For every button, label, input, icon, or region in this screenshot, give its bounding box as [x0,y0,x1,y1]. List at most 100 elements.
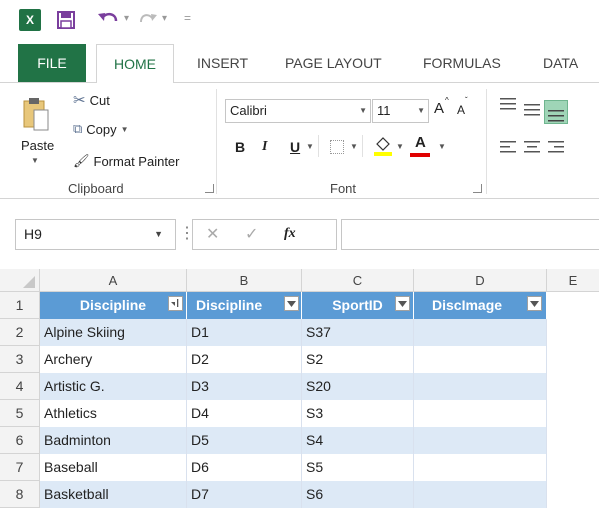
fill-color-icon[interactable] [374,136,392,156]
name-box[interactable]: H9 ▼ [15,219,176,250]
filter-dropdown-icon[interactable] [527,296,542,311]
align-bottom-button[interactable] [544,100,568,124]
table-header-cell[interactable]: Discipline [187,292,302,319]
bold-button[interactable]: B [235,139,245,155]
table-cell[interactable] [414,319,547,346]
enter-icon[interactable]: ✓ [245,224,258,244]
tab-file[interactable]: FILE [18,44,86,82]
row-header[interactable]: 5 [0,400,40,427]
fill-color-dropdown-icon[interactable]: ▼ [396,142,404,151]
table-cell[interactable]: S5 [302,454,414,481]
table-cell[interactable] [414,427,547,454]
table-cell[interactable]: Archery [40,346,187,373]
table-header-cell[interactable]: Discipline [40,292,187,319]
column-header-c[interactable]: C [302,269,414,292]
row-header[interactable]: 6 [0,427,40,454]
column-header-e[interactable]: E [547,269,599,292]
align-left-icon[interactable] [500,140,516,154]
paste-dropdown-icon[interactable]: ▼ [31,156,39,165]
borders-dropdown-icon[interactable]: ▼ [350,142,358,151]
select-all-corner[interactable] [0,269,40,292]
table-cell[interactable]: Artistic G. [40,373,187,400]
undo-icon[interactable] [96,8,120,30]
table-cell[interactable] [414,400,547,427]
row-header[interactable]: 2 [0,319,40,346]
table-cell[interactable] [414,346,547,373]
table-cell[interactable]: D5 [187,427,302,454]
redo-dropdown-icon[interactable]: ▾ [162,13,167,24]
align-top-icon[interactable] [500,97,516,111]
align-center-icon[interactable] [524,140,540,154]
table-cell[interactable]: D6 [187,454,302,481]
table-cell[interactable]: Basketball [40,481,187,508]
table-header-cell[interactable]: DiscImage [414,292,547,319]
table-cell[interactable]: D7 [187,481,302,508]
chevron-down-icon[interactable]: ▼ [417,100,425,122]
chevron-down-icon[interactable]: ▼ [359,100,367,122]
table-cell[interactable] [414,373,547,400]
chevron-down-icon[interactable]: ▼ [154,220,163,249]
paste-button[interactable]: Paste [21,138,54,153]
row-header[interactable]: 8 [0,481,40,508]
column-header-a[interactable]: A [40,269,187,292]
font-color-button[interactable]: A [410,134,432,158]
font-launcher-icon[interactable] [473,184,482,193]
copy-dropdown-icon[interactable]: ▼ [121,125,129,134]
font-color-dropdown-icon[interactable]: ▼ [438,142,446,151]
table-cell[interactable]: Badminton [40,427,187,454]
filter-dropdown-icon[interactable] [284,296,299,311]
formula-buttons: ✕ ✓ fx [192,219,337,250]
tab-page-layout[interactable]: PAGE LAYOUT [285,44,382,82]
tab-formulas[interactable]: FORMULAS [423,44,501,82]
table-cell[interactable]: D3 [187,373,302,400]
redo-icon[interactable] [137,10,159,28]
align-middle-icon[interactable] [524,103,540,117]
table-cell[interactable]: S4 [302,427,414,454]
tab-insert[interactable]: INSERT [197,44,248,82]
table-cell[interactable]: D4 [187,400,302,427]
font-size-combo[interactable]: 11 ▼ [372,99,429,123]
cancel-icon[interactable]: ✕ [206,224,219,244]
table-cell[interactable]: S2 [302,346,414,373]
table-cell[interactable]: D2 [187,346,302,373]
clipboard-launcher-icon[interactable] [205,184,214,193]
table-cell[interactable]: S3 [302,400,414,427]
grow-font-icon[interactable]: A [434,100,444,117]
column-header-d[interactable]: D [414,269,547,292]
row-header[interactable]: 7 [0,454,40,481]
table-cell[interactable]: S20 [302,373,414,400]
format-painter-button[interactable]: 🖌 Format Painter [73,150,180,172]
underline-dropdown-icon[interactable]: ▼ [306,142,314,151]
table-cell[interactable]: Athletics [40,400,187,427]
cut-button[interactable]: ✂ Cut [73,89,110,111]
paste-icon[interactable] [23,97,49,131]
underline-button[interactable]: U [290,139,300,155]
row-header[interactable]: 4 [0,373,40,400]
sort-filter-icon[interactable] [168,296,183,311]
table-header-cell[interactable]: SportID [302,292,414,319]
italic-button[interactable]: I [262,139,267,155]
shrink-font-icon[interactable]: A [457,103,465,117]
table-cell[interactable]: Alpine Skiing [40,319,187,346]
table-cell[interactable]: S37 [302,319,414,346]
row-header[interactable]: 1 [0,292,40,319]
font-name-combo[interactable]: Calibri ▼ [225,99,371,123]
table-cell[interactable] [414,454,547,481]
save-icon[interactable] [56,10,76,30]
customize-toolbar-icon[interactable]: = [184,11,191,25]
tab-home[interactable]: HOME [96,44,174,83]
borders-icon[interactable] [330,140,344,154]
undo-dropdown-icon[interactable]: ▾ [124,13,129,24]
formula-input[interactable] [341,219,599,250]
column-header-b[interactable]: B [187,269,302,292]
row-header[interactable]: 3 [0,346,40,373]
copy-button[interactable]: ⧉ Copy ▼ [73,118,129,140]
table-cell[interactable]: D1 [187,319,302,346]
table-cell[interactable]: S6 [302,481,414,508]
insert-function-icon[interactable]: fx [284,226,296,242]
table-cell[interactable] [414,481,547,508]
filter-dropdown-icon[interactable] [395,296,410,311]
tab-data[interactable]: DATA [543,44,578,82]
table-cell[interactable]: Baseball [40,454,187,481]
align-right-icon[interactable] [548,140,564,154]
